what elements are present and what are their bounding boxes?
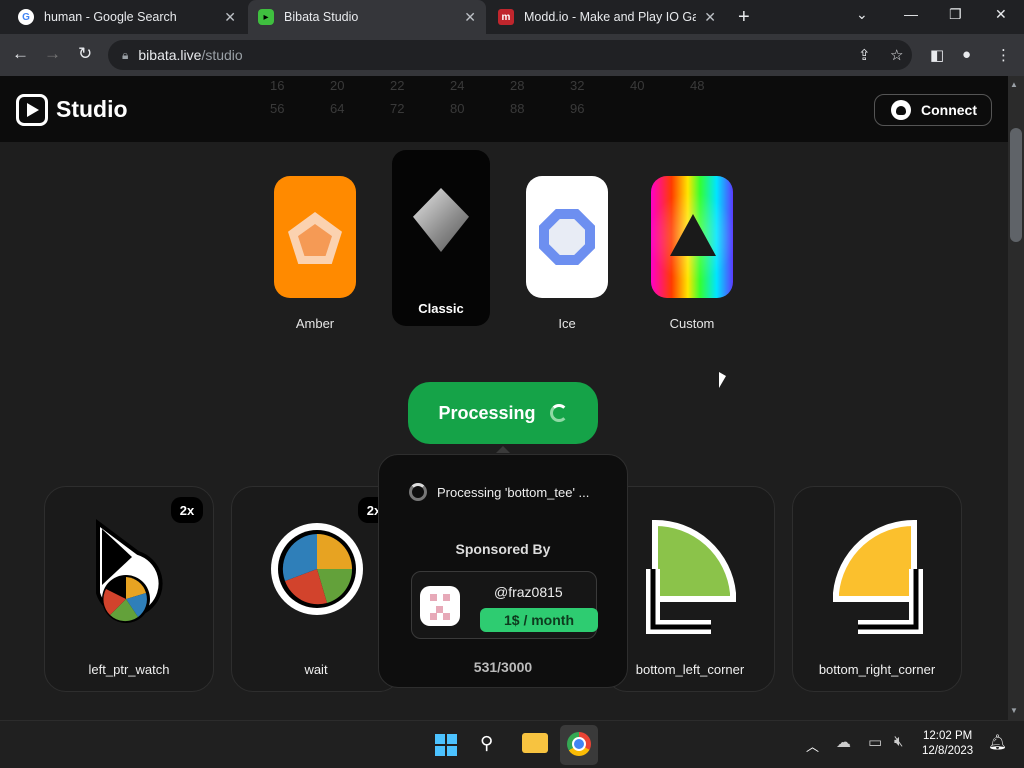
cursor-name: bottom_left_corner bbox=[635, 662, 745, 677]
left-ptr-watch-icon bbox=[96, 519, 163, 623]
loading-icon bbox=[409, 483, 427, 501]
cursor-card-left-ptr-watch[interactable]: 2x left_ptr_watch bbox=[44, 486, 214, 692]
scroll-thumb[interactable] bbox=[1010, 128, 1022, 242]
forward-icon[interactable]: → bbox=[44, 44, 61, 64]
chevron-up-icon[interactable]: ︿ bbox=[806, 736, 819, 755]
sponsor-price-badge: 1$ / month bbox=[480, 608, 598, 632]
side-panel-icon[interactable]: ◧ bbox=[930, 46, 944, 64]
processing-popover: Processing 'bottom_tee' ... Sponsored By… bbox=[378, 454, 628, 688]
sponsor-username: @fraz0815 bbox=[494, 584, 563, 600]
theme-amber-tile bbox=[274, 176, 356, 298]
close-icon[interactable]: ✕ bbox=[224, 9, 236, 26]
connect-label: Connect bbox=[921, 102, 977, 118]
onedrive-icon[interactable]: ☁ bbox=[836, 733, 851, 751]
bottom-right-corner-icon bbox=[833, 519, 923, 634]
cursor-name: left_ptr_watch bbox=[88, 662, 170, 677]
processing-status-text: Processing 'bottom_tee' ... bbox=[437, 484, 590, 500]
url-host: bibata.live bbox=[138, 47, 202, 63]
modd-icon: m bbox=[498, 9, 514, 25]
url-path: /studio bbox=[201, 47, 243, 63]
system-clock[interactable]: 12:02 PM 12/8/2023 bbox=[922, 729, 973, 759]
notification-bell-icon[interactable]: 🔔︎ bbox=[988, 733, 1007, 751]
classic-gem-icon bbox=[413, 188, 469, 252]
size-options-ghost: 16 20 22 24 28 32 40 48 56 64 72 80 88 96 bbox=[270, 78, 705, 116]
theme-label: Amber bbox=[295, 316, 335, 331]
profile-icon[interactable]: ● bbox=[962, 46, 971, 63]
lock-icon: 🔒︎ bbox=[122, 47, 129, 62]
close-icon[interactable]: ✕ bbox=[704, 9, 716, 26]
tab-google-search[interactable]: G human - Google Search ✕ bbox=[8, 0, 246, 34]
cursor-card-bottom-left-corner[interactable]: bottom_left_corner bbox=[605, 486, 775, 692]
menu-dots-icon[interactable]: ⋮ bbox=[996, 46, 1011, 64]
processing-status: Processing 'bottom_tee' ... bbox=[409, 483, 589, 501]
cursor-name: wait bbox=[304, 662, 328, 677]
tab-search-icon[interactable]: ⌄ bbox=[856, 6, 868, 23]
back-icon[interactable]: ← bbox=[12, 44, 29, 64]
theme-label: Classic bbox=[418, 301, 464, 316]
tab-modd-io[interactable]: m Modd.io - Make and Play IO Games ✕ bbox=[488, 0, 726, 34]
volume-icon[interactable]: 🔇︎ bbox=[894, 733, 903, 750]
file-explorer-icon[interactable] bbox=[522, 733, 548, 753]
share-icon[interactable]: ⇪ bbox=[858, 46, 871, 64]
scroll-up-icon[interactable]: ▲ bbox=[1010, 80, 1018, 89]
restore-button[interactable]: ❐ bbox=[949, 6, 962, 23]
custom-triangle-icon bbox=[670, 214, 716, 256]
cursor-name: bottom_right_corner bbox=[818, 662, 936, 677]
theme-classic[interactable]: Classic bbox=[392, 150, 490, 326]
processing-label: Processing bbox=[438, 402, 536, 423]
bottom-left-corner-icon bbox=[646, 519, 736, 634]
clock-date: 12/8/2023 bbox=[922, 745, 974, 757]
browser-toolbar: ← → ↻ 🔒︎ bibata.live/studio ⇪ ☆ ◧ ● ⋮ bbox=[0, 34, 1024, 76]
mouse-cursor-icon bbox=[719, 372, 726, 388]
windows-taskbar: ⚲ ︿ ☁ ▭ 🔇︎ 12:02 PM 12/8/2023 🔔︎ bbox=[0, 720, 1024, 768]
brand-title[interactable]: Studio bbox=[56, 96, 128, 123]
bookmark-star-icon[interactable]: ☆ bbox=[890, 46, 903, 64]
sponsored-by-title: Sponsored By bbox=[455, 541, 551, 557]
theme-ice-tile bbox=[526, 176, 608, 298]
tab-title: Bibata Studio bbox=[284, 10, 359, 24]
search-icon[interactable]: ⚲ bbox=[480, 733, 493, 754]
popover-pointer bbox=[496, 446, 510, 453]
bibata-icon: ▸ bbox=[258, 9, 274, 25]
studio-logo-icon[interactable] bbox=[16, 94, 48, 126]
close-window-button[interactable]: ✕ bbox=[995, 6, 1007, 23]
connect-button[interactable]: Connect bbox=[874, 94, 992, 126]
processing-button[interactable]: Processing bbox=[408, 382, 598, 444]
tab-title: Modd.io - Make and Play IO Games bbox=[524, 10, 697, 24]
tab-title: human - Google Search bbox=[44, 10, 177, 24]
github-icon bbox=[891, 100, 911, 120]
cursor-card-bottom-right-corner[interactable]: bottom_right_corner bbox=[792, 486, 962, 692]
theme-amber[interactable]: Amber bbox=[274, 176, 356, 331]
browser-tab-strip: G human - Google Search ✕ ▸ Bibata Studi… bbox=[0, 0, 1024, 34]
theme-label: Ice bbox=[558, 316, 576, 331]
tab-bibata-studio[interactable]: ▸ Bibata Studio ✕ bbox=[248, 0, 486, 34]
wait-icon bbox=[271, 523, 363, 615]
progress-count: 531/3000 bbox=[473, 659, 533, 675]
avatar bbox=[420, 586, 460, 626]
minimize-button[interactable]: — bbox=[904, 6, 918, 22]
theme-custom[interactable]: Custom bbox=[651, 176, 733, 331]
theme-ice[interactable]: Ice bbox=[526, 176, 608, 331]
network-icon[interactable]: ▭ bbox=[868, 733, 882, 751]
scroll-down-icon[interactable]: ▼ bbox=[1010, 706, 1018, 715]
clock-time: 12:02 PM bbox=[922, 730, 973, 742]
spinner-icon bbox=[549, 404, 568, 422]
page-content: 16 20 22 24 28 32 40 48 56 64 72 80 88 96 Studio Con… bbox=[0, 76, 1008, 720]
address-bar[interactable]: 🔒︎ bibata.live/studio bbox=[108, 40, 912, 70]
theme-label: Custom bbox=[669, 316, 715, 331]
new-tab-button[interactable]: + bbox=[738, 6, 750, 29]
reload-icon[interactable]: ↻ bbox=[78, 44, 92, 64]
cursor-card-wait[interactable]: 2x wait bbox=[231, 486, 401, 692]
windows-start-icon[interactable] bbox=[435, 734, 457, 756]
close-icon[interactable]: ✕ bbox=[464, 9, 476, 26]
site-header: 16 20 22 24 28 32 40 48 56 64 72 80 88 96 Studio Con… bbox=[0, 76, 1008, 142]
sponsor-card[interactable]: @fraz0815 1$ / month bbox=[411, 571, 598, 639]
google-icon: G bbox=[18, 9, 34, 25]
theme-custom-tile bbox=[651, 176, 733, 298]
chrome-icon-center bbox=[572, 737, 586, 751]
